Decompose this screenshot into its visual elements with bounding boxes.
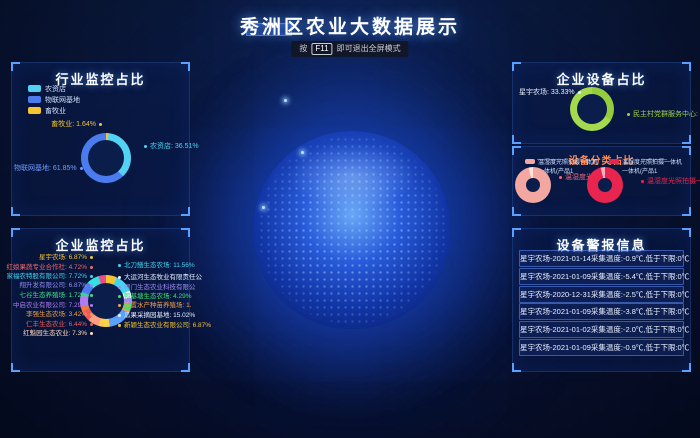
legend-swatch (525, 159, 535, 164)
industry-legend: 农资店 物联网基地 畜牧业 (28, 83, 80, 116)
sparkle-decoration (262, 206, 265, 209)
sparkle-decoration (284, 99, 287, 102)
legend-label: 物联网基地 (45, 95, 80, 105)
chart-callout: 闸门生态农业科技有限公 (118, 284, 196, 291)
category-legend-right: 温湿度光照拍摄一体机 一体机(产品1 (609, 157, 682, 175)
legend-label: 温湿度光照拍摄一体机 (538, 157, 598, 166)
chart-callout: 丰置水产种苗养殖场: 1. (118, 302, 192, 309)
chart-callout: 李强生态农场: 3.42% (26, 311, 93, 318)
alarm-row: 星宇农场-2021-01-09采集温度:-5.4℃,低于下限:0℃ (519, 268, 684, 285)
chart-callout: 民主村党群服务中心: (627, 111, 698, 119)
f11-key: F11 (311, 43, 332, 55)
legend-label: 农资店 (45, 84, 66, 94)
legend-item[interactable]: 温湿度光照拍摄一体机 (525, 157, 598, 166)
sparkle-decoration (301, 151, 304, 154)
chart-callout: 七谷生态养殖场: 1.72% (19, 292, 93, 299)
panel-title: 企业监控占比 (12, 235, 189, 254)
panel-enterprise-device: 企业设备占比 星宇农场: 33.33% 民主村党群服务中心: (512, 62, 691, 144)
legend-swatch (28, 107, 41, 114)
globe-visualization (253, 131, 451, 329)
legend-label: 一体机(产品1 (622, 166, 657, 175)
page-title: 秀洲区农业大数据展示 (0, 12, 700, 39)
panel-device-category: 设备分类占比 温湿度光照拍摄一体机 一体机(产品1 温湿度光照拍摄一 温湿度光照… (512, 146, 691, 216)
legend-swatch (28, 85, 41, 92)
globe-highlight (289, 143, 416, 210)
chart-callout: 星宇农场: 6.87% (39, 254, 93, 261)
alarm-row: 星宇农场-2021-01-02采集温度:-2.0℃,低于下限:0℃ (519, 321, 684, 338)
chart-callout: 畜牧业: 1.64% (36, 121, 102, 129)
donut-hole (526, 178, 540, 192)
chart-callout: 星宇农场: 33.33% (519, 89, 581, 97)
chart-callout: 新颖生态农业有限公司: 6.87% (118, 322, 211, 329)
category-donut-left[interactable] (515, 167, 551, 203)
legend-swatch (28, 96, 41, 103)
chart-callout: 物联网基地: 61.85% (14, 165, 76, 173)
panel-enterprise-monitor: 企业监控占比 星宇农场: 6.87% 红娘果蔬专业合作社: 4.72% 家福农特… (11, 228, 190, 372)
panel-device-alarms: 设备警报信息 星宇农场-2021-01-14采集温度:-0.9℃,低于下限:0℃… (512, 228, 691, 372)
legend-label: 温湿度光照拍摄一体机 (622, 157, 682, 166)
dashboard-root: 秀洲区农业大数据展示 按 F11 即可退出全屏模式 行业监控占比 农资店 物联网基地… (0, 0, 700, 438)
chart-callout: 家福农特股有限公司: 7.72% (6, 273, 93, 280)
chart-callout: 仁丰生态农业: 6.44% (26, 321, 93, 328)
hint-prefix: 按 (299, 44, 307, 53)
legend-item[interactable]: 物联网基地 (28, 94, 80, 105)
legend-item[interactable]: 畜牧业 (28, 105, 80, 116)
legend-item[interactable]: 温湿度光照拍摄一体机 (609, 157, 682, 166)
hint-suffix: 即可退出全屏模式 (337, 44, 401, 53)
legend-item[interactable]: 一体机(产品1 (609, 166, 682, 175)
chart-callout: 北刀鳝生态农场: 11.56% (118, 262, 195, 269)
category-donut-right[interactable] (587, 167, 623, 203)
chart-callout: 红娘果蔬专业合作社: 4.72% (6, 264, 93, 271)
chart-callout: 大运河生态牧业有限责任公 (118, 274, 202, 281)
chart-callout: 温湿度光照拍摄一 (641, 178, 700, 186)
donut-hole (598, 178, 612, 192)
chart-callout: 农资店: 36.51% (144, 143, 199, 151)
donut-hole (88, 140, 124, 176)
chart-callout: 中启农业有限公司: 7.29% (13, 302, 93, 309)
chart-callout: 鸭基塘生态农场: 4.29% (118, 293, 192, 300)
alarm-row: 星宇农场-2021-01-14采集温度:-0.9℃,低于下限:0℃ (519, 250, 684, 267)
legend-item[interactable]: 农资店 (28, 83, 80, 94)
industry-donut-chart[interactable] (81, 133, 131, 183)
panel-industry-monitor: 行业监控占比 农资店 物联网基地 畜牧业 畜牧业: 1.64% 农资店: 36.… (11, 62, 190, 216)
legend-swatch (609, 159, 619, 164)
chart-callout: 翔升发有限公司: 6.87% (19, 282, 93, 289)
alarm-row: 星宇农场-2020-12-31采集温度:-2.5℃,低于下限:0℃ (519, 286, 684, 303)
alarm-row: 星宇农场-2021-01-09采集温度:-0.9℃,低于下限:0℃ (519, 339, 684, 356)
panel-title: 企业设备占比 (513, 69, 690, 88)
legend-label: 畜牧业 (45, 106, 66, 116)
donut-hole (577, 94, 607, 124)
chart-callout: 瓜果采摘园基地: 15.02% (118, 312, 195, 319)
chart-callout: 红魁园生态农业: 7.3% (23, 330, 93, 337)
alarm-row: 星宇农场-2021-01-09采集温度:-3.8℃,低于下限:0℃ (519, 303, 684, 320)
fullscreen-hint: 按 F11 即可退出全屏模式 (291, 41, 408, 57)
